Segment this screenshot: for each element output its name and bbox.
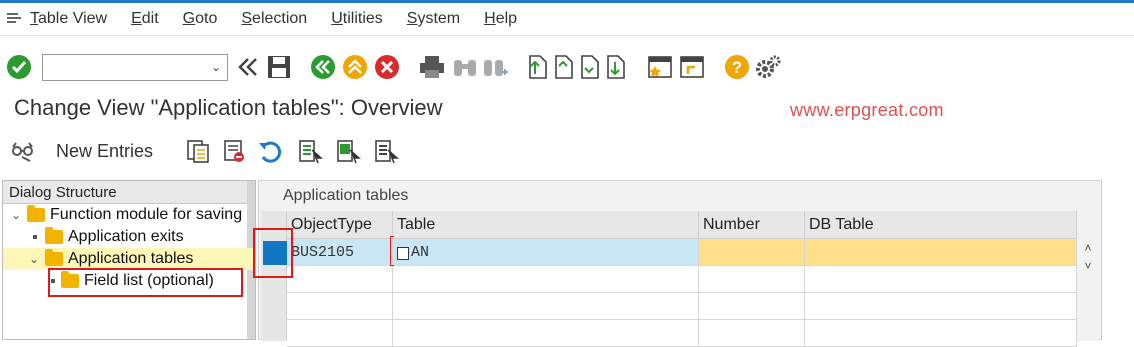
table-control: ObjectType Table Number DB Table BUS2105…: [261, 211, 1098, 347]
row-highlight-box: [253, 228, 293, 278]
f4-help-icon[interactable]: [397, 247, 409, 260]
last-page-icon[interactable]: [604, 54, 628, 80]
page-title: Change View "Application tables": Overvi…: [14, 95, 443, 120]
create-session-icon[interactable]: [646, 54, 674, 80]
empty-cell[interactable]: [393, 266, 699, 293]
cell-db-table[interactable]: [805, 239, 1077, 266]
menu-system[interactable]: System: [407, 10, 460, 28]
menu-table-view[interactable]: Table View: [30, 10, 107, 28]
menu-mnemonic: H: [484, 10, 496, 27]
menu-utilities[interactable]: Utilities: [331, 10, 383, 28]
empty-cell[interactable]: [287, 266, 393, 293]
enter-check-icon[interactable]: [6, 54, 32, 80]
deselect-all-icon[interactable]: [373, 138, 400, 164]
cell-objecttype[interactable]: BUS2105: [287, 239, 393, 266]
watermark: www.erpgreat.com: [790, 100, 944, 120]
menu-mnemonic: U: [331, 10, 343, 27]
empty-cell[interactable]: [805, 293, 1077, 320]
scroll-up-icon[interactable]: ˄: [1077, 241, 1099, 255]
menu-help[interactable]: Help: [484, 10, 517, 28]
application-toolbar: New Entries: [0, 132, 1134, 170]
svg-text:?: ?: [732, 58, 742, 77]
cell-number[interactable]: [699, 239, 805, 266]
back-icon[interactable]: [310, 54, 336, 80]
previous-page-icon[interactable]: [552, 54, 576, 80]
folder-icon: [45, 227, 63, 244]
select-block-icon[interactable]: [335, 138, 362, 164]
menu-mnemonic: G: [182, 10, 196, 27]
empty-cell[interactable]: [805, 266, 1077, 293]
new-entries-button[interactable]: New Entries: [56, 141, 153, 162]
table-vertical-scrollbar[interactable]: ˄ ˅: [1077, 211, 1099, 341]
empty-cell[interactable]: [699, 320, 805, 347]
menu-mnemonic: T: [30, 10, 38, 27]
copy-as-icon[interactable]: [185, 138, 211, 164]
bullet-icon: [33, 235, 37, 239]
menu-edit[interactable]: Edit: [131, 10, 159, 28]
next-page-icon[interactable]: [578, 54, 602, 80]
column-header-number[interactable]: Number: [699, 211, 805, 239]
tree-item-label: Application exits: [68, 228, 184, 245]
folder-icon: [27, 205, 45, 222]
chevron-down-icon[interactable]: ⌄: [211, 60, 221, 74]
print-icon[interactable]: [418, 55, 446, 79]
dialog-structure-pane: Dialog Structure ⌄ Function module for s…: [2, 180, 256, 340]
tree-item-application-tables[interactable]: ⌄ Application tables: [3, 248, 255, 270]
undo-icon[interactable]: [257, 139, 283, 163]
chevron-down-icon[interactable]: ⌄: [29, 248, 39, 270]
help-icon[interactable]: ?: [724, 54, 750, 80]
exit-icon[interactable]: [342, 54, 368, 80]
dialog-structure-header: Dialog Structure: [3, 181, 255, 204]
standard-toolbar: ⌄ ?: [0, 44, 1134, 90]
menu-goto[interactable]: Goto: [183, 10, 218, 28]
save-icon[interactable]: [266, 54, 292, 80]
field-list-highlight-box: [48, 268, 243, 297]
column-header-db-table[interactable]: DB Table: [805, 211, 1077, 239]
back-double-chevron-icon[interactable]: [236, 55, 260, 79]
cancel-icon[interactable]: [374, 54, 400, 80]
application-tables-pane: Application tables ObjectType Table Numb…: [258, 180, 1102, 347]
empty-cell[interactable]: [393, 293, 699, 320]
open-folder-icon: [45, 249, 63, 266]
menu-mnemonic: E: [131, 10, 142, 27]
menu-selection[interactable]: Selection: [241, 10, 307, 28]
scroll-down-icon[interactable]: ˅: [1077, 259, 1099, 273]
chevron-down-icon[interactable]: ⌄: [11, 204, 21, 226]
settings-gear-icon[interactable]: [754, 53, 782, 81]
command-field[interactable]: ⌄: [42, 53, 228, 81]
table-title: Application tables: [283, 187, 409, 204]
menu-mnemonic: S: [241, 10, 253, 27]
empty-cell[interactable]: [805, 320, 1077, 347]
app-menu-icon[interactable]: [0, 11, 30, 28]
first-page-icon[interactable]: [526, 54, 550, 80]
delete-icon[interactable]: [221, 138, 247, 164]
cell-table[interactable]: AN: [393, 239, 699, 266]
column-header-objecttype[interactable]: ObjectType: [287, 211, 393, 239]
empty-cell[interactable]: [287, 293, 393, 320]
select-all-icon[interactable]: [297, 138, 324, 164]
tree-item-function-module[interactable]: ⌄ Function module for saving: [3, 204, 255, 226]
menu-mnemonic: S: [406, 10, 418, 27]
tree-item-label: Application tables: [68, 250, 194, 267]
empty-cell[interactable]: [287, 320, 393, 347]
empty-cell[interactable]: [699, 293, 805, 320]
find-next-icon[interactable]: [482, 54, 508, 80]
tree-item-label: Function module for saving: [50, 206, 243, 223]
display-change-glasses-icon[interactable]: [10, 139, 36, 163]
table-cell-cursor-marker: [390, 236, 394, 266]
find-icon[interactable]: [452, 54, 478, 80]
tree-item-application-exits[interactable]: Application exits: [3, 226, 255, 248]
column-header-table[interactable]: Table: [393, 211, 699, 239]
generate-shortcut-icon[interactable]: [678, 54, 706, 80]
empty-cell[interactable]: [699, 266, 805, 293]
menu-bar: Table View Edit Goto Selection Utilities…: [0, 3, 1134, 36]
empty-cell[interactable]: [393, 320, 699, 347]
